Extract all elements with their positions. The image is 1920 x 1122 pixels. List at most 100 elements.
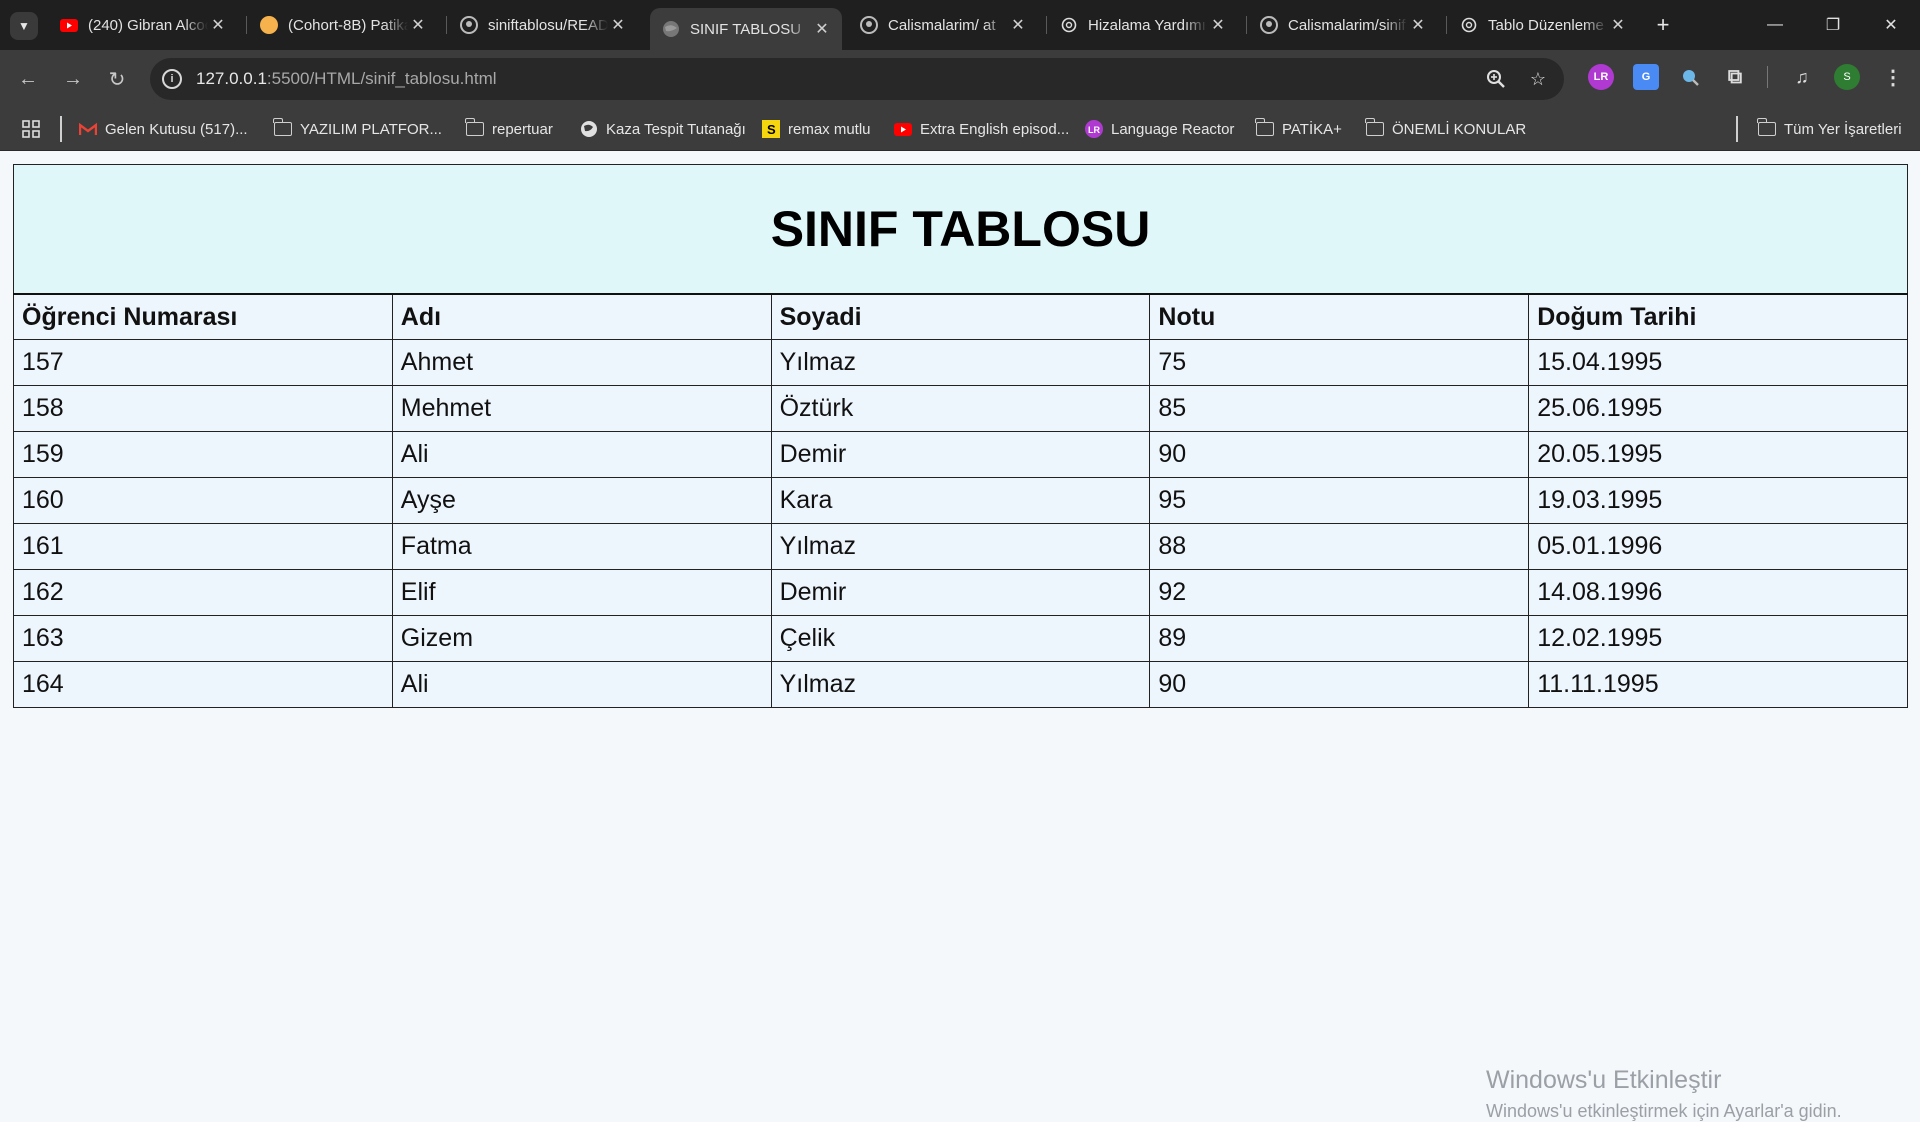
tab-8[interactable]: Tablo Düzenleme ✕: [1448, 8, 1638, 42]
reload-button[interactable]: ↻: [102, 64, 132, 94]
tab-7[interactable]: Calismalarim/sinif ✕: [1248, 8, 1438, 42]
bookmark-language-reactor[interactable]: LR Language Reactor: [1085, 118, 1234, 140]
header-adi: Adı: [391, 293, 772, 340]
table-row: 160 Ayşe Kara 95 19.03.1995: [13, 477, 1908, 524]
folder-icon: [1757, 118, 1776, 137]
bookmark-patika[interactable]: PATİKA+: [1255, 118, 1342, 140]
bookmarks-divider: [1736, 116, 1738, 142]
table-cell: Gizem: [391, 615, 772, 662]
github-icon: [860, 16, 878, 34]
menu-kebab-icon[interactable]: ⋮: [1880, 64, 1906, 90]
tab-6[interactable]: Hizalama Yardımı ✕: [1048, 8, 1238, 42]
table-cell: Ali: [391, 431, 772, 478]
close-icon[interactable]: ✕: [1408, 15, 1428, 35]
tab-strip: ▼ (240) Gibran Alcocer ✕ (Cohort-8B) Pat…: [0, 0, 1920, 50]
bookmarks-bar: Gelen Kutusu (517)... YAZILIM PLATFOR...…: [0, 108, 1920, 151]
all-bookmarks[interactable]: Tüm Yer İşaretleri: [1757, 118, 1902, 140]
bookmark-kaza[interactable]: Kaza Tespit Tutanağı: [580, 118, 746, 140]
bookmark-label: Extra English episod...: [920, 120, 1070, 138]
bookmark-onemli-konular[interactable]: ÖNEMLİ KONULAR: [1365, 118, 1527, 140]
table-row: 159 Ali Demir 90 20.05.1995: [13, 431, 1908, 478]
restore-button[interactable]: ❐: [1818, 10, 1848, 40]
table-cell: Ali: [391, 661, 772, 708]
close-icon[interactable]: ✕: [408, 15, 428, 35]
bookmark-label: ÖNEMLİ KONULAR: [1392, 120, 1527, 138]
close-icon[interactable]: ✕: [1608, 15, 1628, 35]
table-cell: 164: [13, 661, 393, 708]
tab-title: Tablo Düzenleme: [1488, 16, 1604, 34]
minimize-button[interactable]: —: [1760, 10, 1790, 40]
bookmarks-divider: [60, 116, 62, 142]
patika-icon: [260, 16, 278, 34]
table-header-row: Öğrenci Numarası Adı Soyadi Notu Doğum T…: [13, 293, 1908, 340]
header-dogum-tarihi: Doğum Tarihi: [1528, 293, 1908, 340]
table-cell: Mehmet: [391, 385, 772, 432]
back-button[interactable]: ←: [13, 64, 43, 94]
bookmark-label: Kaza Tespit Tutanağı: [606, 120, 746, 138]
tab-1[interactable]: (240) Gibran Alcocer ✕: [48, 8, 238, 42]
bookmark-label: PATİKA+: [1282, 120, 1342, 138]
table-cell: 19.03.1995: [1528, 477, 1908, 524]
table-row: 157 Ahmet Yılmaz 75 15.04.1995: [13, 339, 1908, 386]
table-cell: Kara: [770, 477, 1151, 524]
header-notu: Notu: [1149, 293, 1530, 340]
chatgpt-icon: [1060, 16, 1078, 34]
table-cell: 20.05.1995: [1528, 431, 1908, 478]
bookmark-star-icon[interactable]: ☆: [1526, 67, 1550, 91]
zoom-icon[interactable]: [1484, 67, 1508, 91]
bookmark-gmail[interactable]: Gelen Kutusu (517)...: [79, 118, 248, 140]
close-icon[interactable]: ✕: [208, 15, 228, 35]
table-cell: Yılmaz: [770, 339, 1151, 386]
table-cell: 158: [13, 385, 393, 432]
close-icon[interactable]: ✕: [608, 15, 628, 35]
table-cell: 161: [13, 523, 393, 570]
table-cell: 88: [1149, 523, 1530, 570]
tab-search-button[interactable]: ▼: [10, 12, 38, 40]
table-cell: Demir: [770, 431, 1151, 478]
site-info-icon[interactable]: i: [162, 69, 182, 89]
header-ogrenci-numarasi: Öğrenci Numarası: [13, 293, 393, 340]
tab-title: Hizalama Yardımı: [1088, 16, 1206, 34]
bookmark-yazilim[interactable]: YAZILIM PLATFOR...: [273, 118, 442, 140]
table-cell: 163: [13, 615, 393, 662]
media-controls-icon[interactable]: ♫: [1789, 64, 1815, 90]
youtube-icon: [60, 16, 78, 34]
new-tab-button[interactable]: +: [1650, 12, 1676, 38]
page-content: SINIF TABLOSU Öğrenci Numarası Adı Soyad…: [0, 151, 1920, 1121]
address-bar[interactable]: i 127.0.0.1:5500/HTML/sinif_tablosu.html…: [150, 58, 1564, 100]
bookmark-label: Language Reactor: [1111, 120, 1235, 138]
close-window-button[interactable]: ✕: [1876, 10, 1906, 40]
github-icon: [1260, 16, 1278, 34]
bookmark-repertuar[interactable]: repertuar: [465, 118, 553, 140]
language-reactor-icon[interactable]: LR: [1588, 64, 1614, 90]
bookmark-remax[interactable]: S remax mutlu: [762, 118, 871, 140]
folder-icon: [273, 118, 292, 137]
forward-button[interactable]: →: [58, 64, 88, 94]
globe-icon: [580, 121, 598, 137]
close-icon[interactable]: ✕: [1208, 15, 1228, 35]
apps-grid-icon[interactable]: [22, 118, 40, 140]
tab-title: Calismalarim/ at: [888, 16, 996, 34]
chevron-down-icon: ▼: [18, 19, 30, 33]
address-url[interactable]: 127.0.0.1:5500/HTML/sinif_tablosu.html: [196, 69, 497, 89]
folder-icon: [465, 118, 484, 137]
tab-active[interactable]: SINIF TABLOSU ✕: [650, 8, 842, 50]
url-host: 127.0.0.1: [196, 69, 267, 88]
table-cell: Yılmaz: [770, 523, 1151, 570]
close-icon[interactable]: ✕: [1008, 15, 1028, 35]
windows-activation-watermark: Windows'u Etkinleştir Windows'u etkinleş…: [1486, 1066, 1842, 1122]
extensions-puzzle-icon[interactable]: ⧉: [1722, 64, 1748, 90]
lens-icon[interactable]: [1677, 64, 1703, 90]
google-translate-icon[interactable]: G: [1633, 64, 1659, 90]
profile-avatar[interactable]: S: [1834, 64, 1860, 90]
bookmark-label: Tüm Yer İşaretleri: [1784, 120, 1902, 138]
tab-3[interactable]: siniftablosu/README ✕: [448, 8, 638, 42]
bookmark-extra-english[interactable]: Extra English episod...: [894, 118, 1069, 140]
table-cell: 159: [13, 431, 393, 478]
tab-2[interactable]: (Cohort-8B) Patika ✕: [248, 8, 438, 42]
close-icon[interactable]: ✕: [812, 19, 832, 39]
youtube-icon: [894, 121, 912, 137]
tab-5[interactable]: Calismalarim/ at ✕: [848, 8, 1038, 42]
table-cell: 162: [13, 569, 393, 616]
bookmark-label: YAZILIM PLATFOR...: [300, 120, 442, 138]
